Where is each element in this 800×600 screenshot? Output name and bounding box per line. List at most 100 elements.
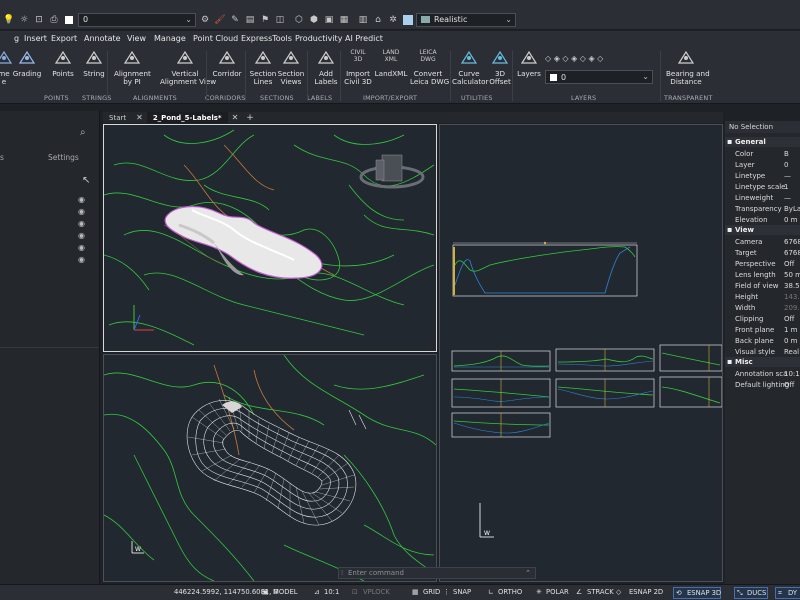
grid-icon[interactable]: ▦ [412,588,418,596]
ribbon-button-bearing[interactable]: Bearing and Distance [666,49,710,86]
ribbon-layer-dropdown[interactable]: 0 ⌄ [545,70,653,84]
annotation-scale[interactable]: 10:1 [324,588,339,596]
property-value[interactable]: 10:1 [784,370,800,378]
section-view[interactable] [451,412,551,438]
visual-style-dropdown[interactable]: Realistic ⌄ [416,12,516,27]
menu-item-g[interactable]: g [14,34,19,43]
chevron-up-icon[interactable]: ⌃ [525,569,531,577]
ribbon-button-string[interactable]: String [82,49,106,78]
ribbon-button-points[interactable]: Points [48,49,78,78]
esnap2d-toggle[interactable]: ESNAP 2D [629,588,663,596]
command-input[interactable]: Enter command [348,569,404,577]
vplock-icon[interactable]: ⊡ [352,588,358,596]
property-row[interactable]: Width 209. [725,302,800,313]
property-row[interactable]: Back plane 0 m [725,335,800,346]
property-row[interactable]: Target 6768 [725,247,800,258]
layer-tools-icon[interactable]: ◇ ◈ ◇ ◈ ◇ ◈ ◇ [545,54,603,63]
layer-dropdown[interactable]: 0 ⌄ [78,12,196,27]
property-value[interactable]: 50 m [784,271,800,279]
section-view[interactable] [451,350,551,372]
property-row[interactable]: Front plane 1 m [725,324,800,335]
ortho-icon[interactable]: ∟ [488,588,494,596]
property-row[interactable]: Visual style Real [725,346,800,357]
box-icon[interactable]: ▣ [323,14,335,26]
close-icon[interactable]: ✕ [132,113,147,122]
menu-item-insert[interactable]: Insert [24,34,47,43]
property-value[interactable]: 143. [784,293,800,301]
property-value[interactable]: 6768 [784,249,800,257]
property-row[interactable]: Perspective Off [725,258,800,269]
scale-icon[interactable]: ⊿ [314,588,320,596]
property-row[interactable]: Linetype — [725,170,800,181]
property-row[interactable]: Transparency ByLa [725,203,800,214]
add-tab-icon[interactable]: + [242,113,258,123]
property-row[interactable]: Clipping Off [725,313,800,324]
snap-icon[interactable]: ⋮ [443,588,450,596]
match-icon[interactable]: ✎ [229,14,241,26]
bulb-icon[interactable]: 💡 [3,14,15,26]
model-toggle[interactable]: MODEL [273,588,298,596]
menu-item-annotate[interactable]: Annotate [84,34,121,43]
model-icon[interactable]: ▣ [262,588,268,596]
cursor-icon[interactable]: ↖ [82,175,90,186]
section-view[interactable] [659,376,723,408]
brush-icon[interactable]: 🖌 [214,14,226,26]
house-icon[interactable]: ⌂ [372,14,384,26]
section-view[interactable] [451,378,551,408]
property-section-general[interactable]: ▪ General [725,137,800,147]
property-value[interactable]: — [784,172,800,180]
eye-icon[interactable]: ◉ [78,219,85,228]
close-icon[interactable]: ✕ [228,113,243,122]
property-row[interactable]: Linetype scale 1 [725,181,800,192]
property-value[interactable]: 0 m [784,337,800,345]
section-view[interactable] [659,344,723,372]
esnap3d-button[interactable]: ⟲ ESNAP 3D [673,587,721,599]
property-value[interactable]: 1 [784,183,800,191]
menu-item-expresstools[interactable]: ExpressTools [241,34,292,43]
property-row[interactable]: Height 143. [725,291,800,302]
view-cube-icon[interactable] [359,154,425,189]
ribbon-button-alignment-pi[interactable]: Alignment by PI [114,49,151,86]
stack-icon[interactable]: ▦ [338,14,350,26]
settings-icon[interactable]: ✲ [387,14,399,26]
iso-icon[interactable]: ▤ [244,14,256,26]
menu-item-export[interactable]: Export [51,34,77,43]
grid-icon[interactable]: ▥ [357,14,369,26]
search-icon[interactable]: ⌕ [80,127,86,138]
section-view[interactable] [555,378,655,408]
left-panel-tab-settings[interactable]: Settings [48,153,79,162]
tab-drawing[interactable]: 2_Pond_5-Labels* [146,112,228,123]
property-value[interactable]: ByLa [784,205,800,213]
ribbon-button-landxml[interactable]: LAND XML LandXML [374,49,408,78]
polar-toggle[interactable]: POLAR [546,588,569,596]
ribbon-button-vertical-alignment[interactable]: Vertical Alignment View [160,49,216,86]
ribbon-button-add-labels[interactable]: Add Labels [313,49,339,86]
ribbon-button-grading[interactable]: Grading [12,49,42,78]
property-value[interactable]: B [784,150,800,158]
viewport-3d-canvas[interactable] [103,125,436,351]
menu-item-manage[interactable]: Manage [154,34,186,43]
property-value[interactable]: 0 [784,161,800,169]
property-row[interactable]: Default lighting Off [725,379,800,390]
menu-item-productivity[interactable]: Productivity [295,34,342,43]
profile-view[interactable] [452,241,638,297]
property-value[interactable]: Real [784,348,800,356]
eye-icon[interactable]: ◉ [78,207,85,216]
property-row[interactable]: Annotation sca 10:1 [725,368,800,379]
menu-item-view[interactable]: View [127,34,146,43]
plane-icon[interactable]: ◫ [274,14,286,26]
viewport-top-canvas[interactable]: W [103,354,437,582]
shade-icon[interactable] [402,14,414,26]
property-row[interactable]: Field of view 38.5 [725,280,800,291]
ribbon-button-leica[interactable]: LEICA DWG Convert Leica DWG [410,49,449,86]
viewport-3d[interactable] [103,124,437,352]
ducs-button[interactable]: ⤡ DUCS [734,587,768,599]
color-swatch-icon[interactable] [63,14,75,26]
dyn-button[interactable]: ⌗ DY [775,587,800,599]
tab-start[interactable]: Start [103,112,132,123]
selection-header[interactable]: No Selection [725,121,800,133]
esnap2d-icon[interactable]: ◇ [616,588,621,596]
menu-item-point-cloud[interactable]: Point Cloud [193,34,238,43]
property-row[interactable]: Elevation 0 m [725,214,800,225]
polar-icon[interactable]: ✳ [536,588,542,596]
